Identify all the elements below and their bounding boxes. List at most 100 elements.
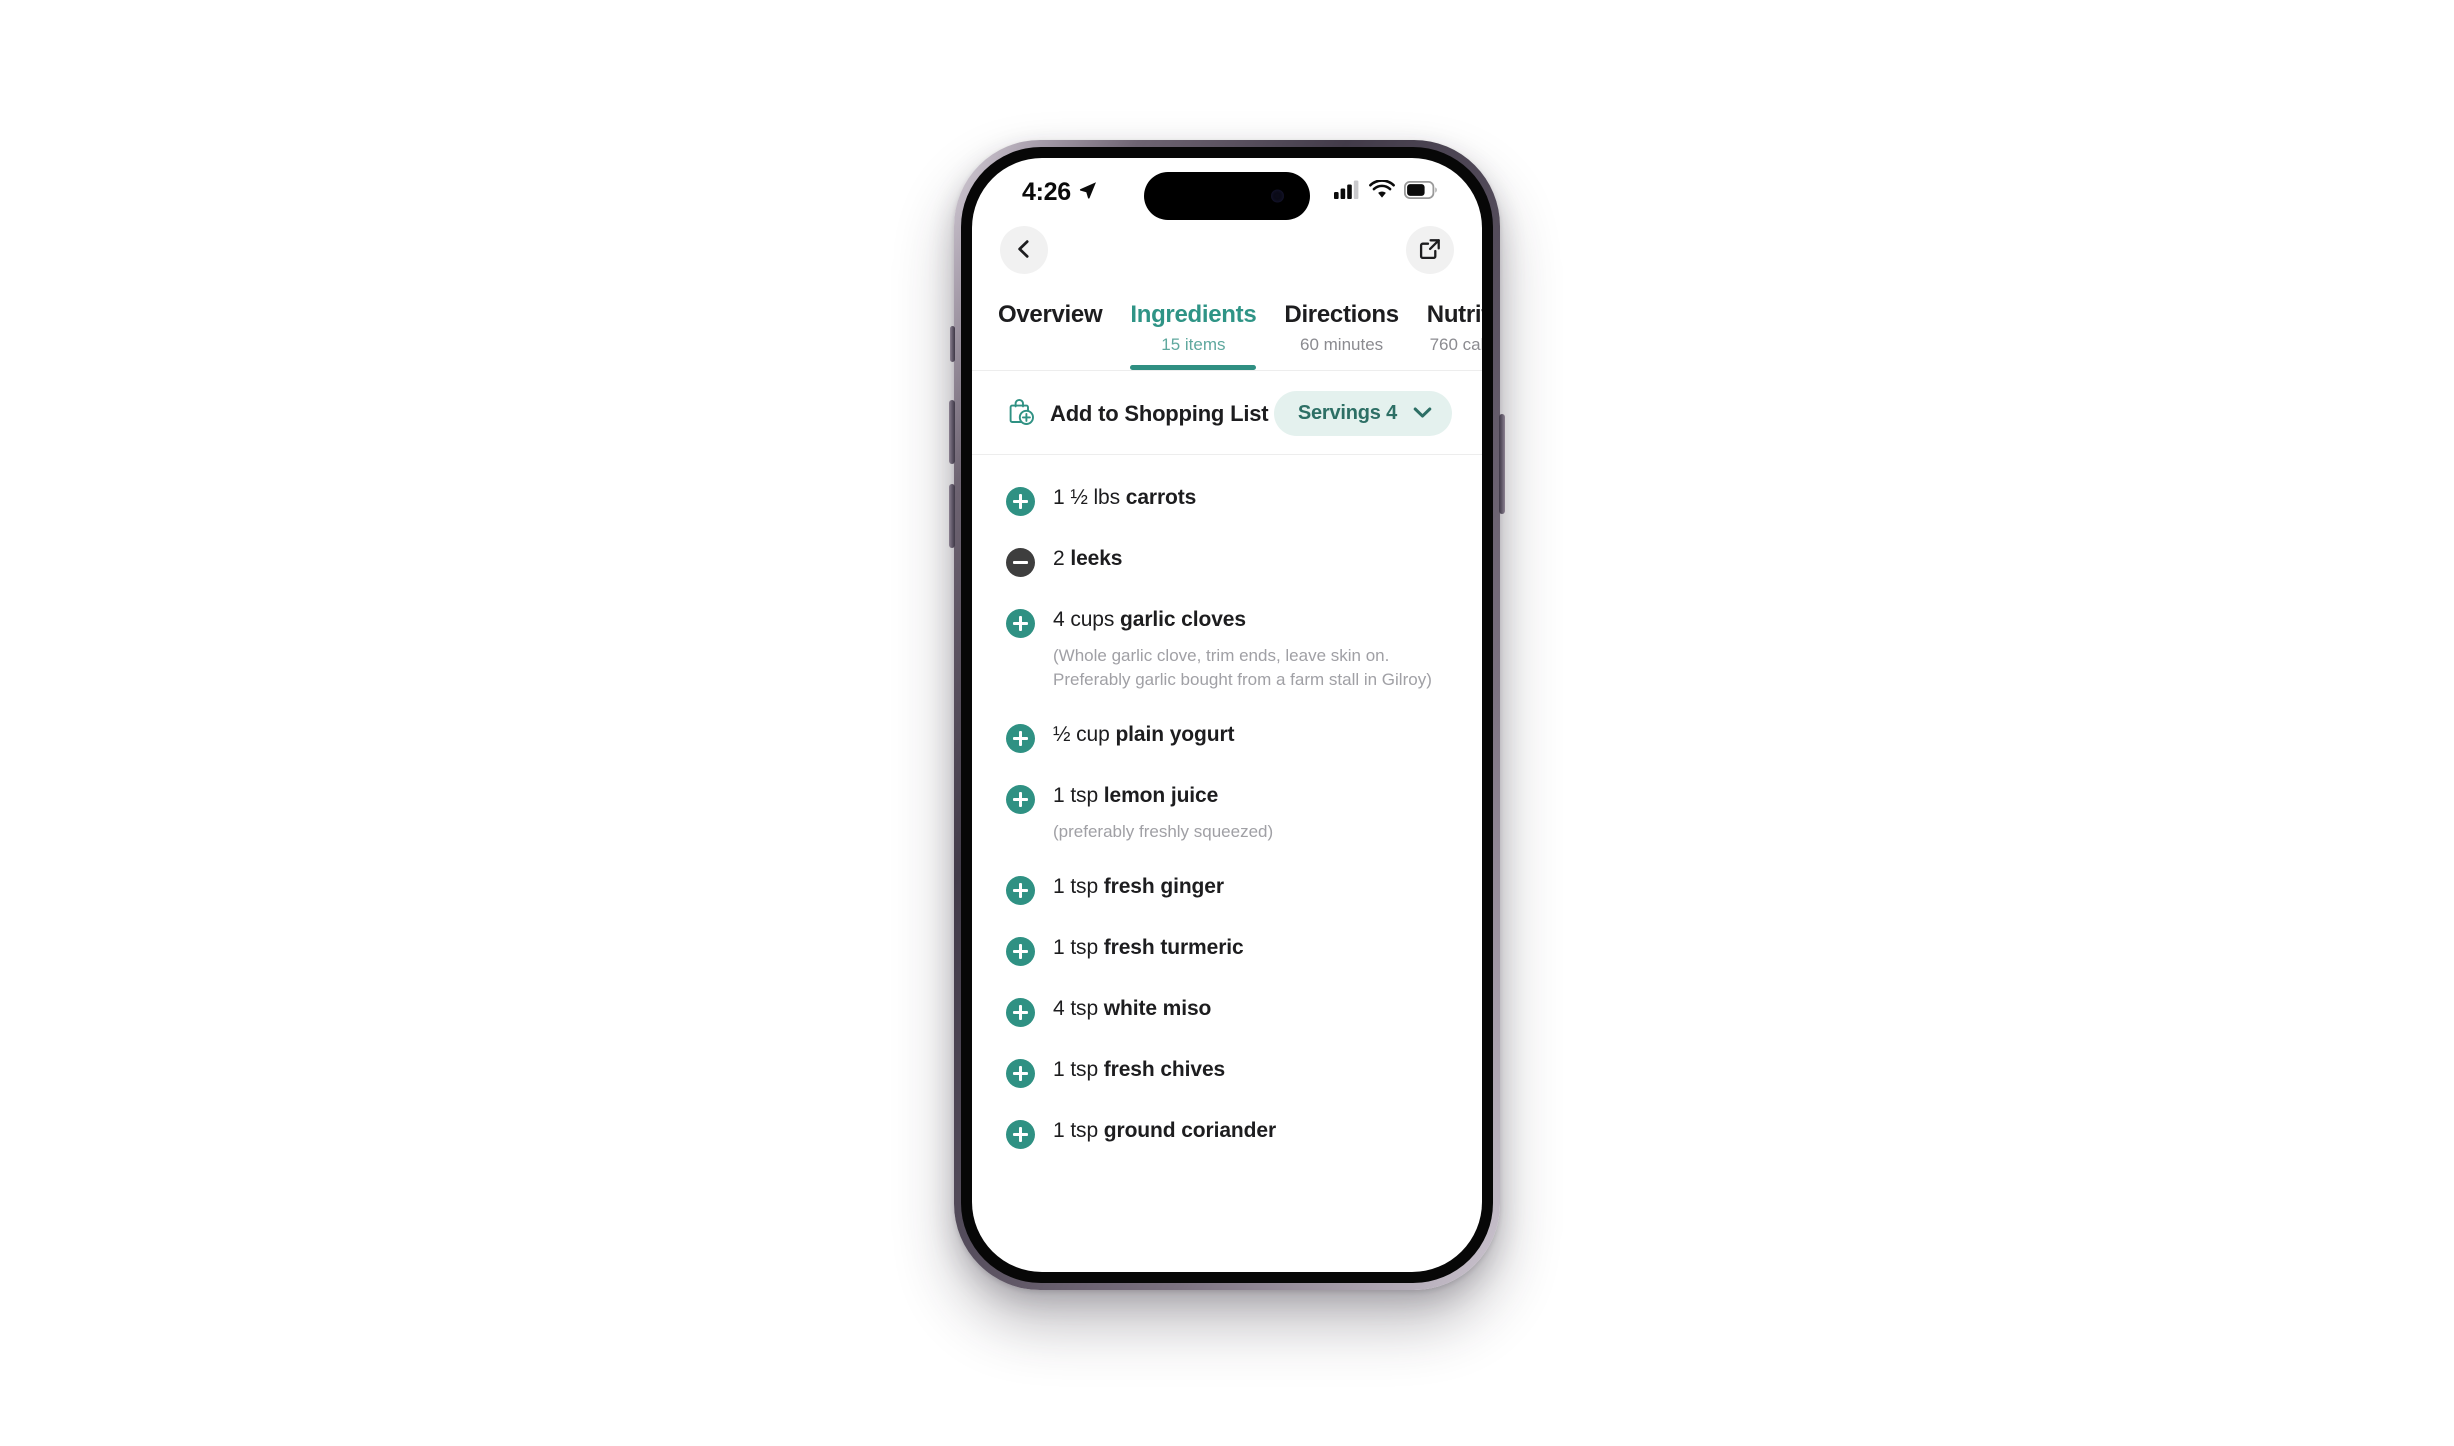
tab-nutrition-underline — [1427, 365, 1482, 370]
cellular-signal-icon — [1334, 180, 1360, 204]
tab-ingredients-underline — [1130, 365, 1257, 370]
ingredient-add-button[interactable] — [1006, 998, 1035, 1027]
plus-circle-icon — [1013, 1127, 1028, 1142]
ingredient-add-button[interactable] — [1006, 609, 1035, 638]
ingredients-list: 1 ½ lbs carrots 2 leeks 4 cups garlic clov… — [972, 455, 1482, 1163]
tab-ingredients[interactable]: Ingredients 15 items — [1116, 300, 1270, 370]
tab-overview-label: Overview — [998, 301, 1103, 328]
ingredient-add-button[interactable] — [1006, 487, 1035, 516]
ingredient-text-block: 1 tsp lemon juice (preferably freshly squ… — [1053, 781, 1448, 844]
status-bar: 4:26 — [972, 158, 1482, 220]
ingredient-main-line: 2 leeks — [1053, 544, 1448, 574]
ingredient-main-line: ½ cup plain yogurt — [1053, 720, 1448, 750]
mute-switch[interactable] — [950, 326, 955, 362]
tab-ingredients-sub: 15 items — [1161, 335, 1226, 354]
ingredient-text-block: 2 leeks — [1053, 544, 1448, 574]
tab-directions-underline — [1284, 365, 1398, 370]
plus-circle-icon — [1013, 616, 1028, 631]
volume-down-button[interactable] — [949, 484, 955, 548]
ingredient-amount: 4 cups — [1053, 608, 1121, 631]
tab-directions[interactable]: Directions 60 minutes — [1270, 300, 1412, 370]
ingredient-row: 1 ½ lbs carrots — [972, 469, 1482, 530]
tab-directions-sub: 60 minutes — [1300, 335, 1384, 354]
ingredient-main-line: 4 cups garlic cloves — [1053, 605, 1448, 635]
ingredient-text-block: 4 tsp white miso — [1053, 994, 1448, 1024]
servings-selector[interactable]: Servings 4 — [1273, 391, 1452, 436]
ingredient-row: 2 leeks — [972, 530, 1482, 591]
ingredient-text-block: 1 tsp ground coriander — [1053, 1116, 1448, 1146]
ingredient-amount: 1 tsp — [1053, 875, 1104, 898]
tab-overview[interactable]: Overview — [984, 300, 1116, 348]
ingredient-text-block: 4 cups garlic cloves (Whole garlic clove,… — [1053, 605, 1448, 692]
chevron-left-icon — [1013, 238, 1035, 263]
ingredient-name: fresh chives — [1103, 1058, 1226, 1081]
ingredient-main-line: 4 tsp white miso — [1053, 994, 1448, 1024]
ingredient-main-line: 1 tsp fresh turmeric — [1053, 933, 1448, 963]
ingredient-name: fresh turmeric — [1103, 936, 1244, 959]
ingredient-text-block: ½ cup plain yogurt — [1053, 720, 1448, 750]
ingredient-row: 1 tsp fresh turmeric — [972, 919, 1482, 980]
add-to-shopping-list-button[interactable]: Add to Shopping List — [1006, 397, 1269, 430]
tab-nutrition-label: Nutrition — [1426, 301, 1482, 328]
ingredient-row: 1 tsp fresh chives — [972, 1041, 1482, 1102]
screenshot-canvas: 4:26 Overview Ingredients 15 items Direc… — [0, 0, 2454, 1446]
ingredient-main-line: 1 tsp ground coriander — [1053, 1116, 1448, 1146]
ingredient-name: leeks — [1070, 547, 1123, 570]
plus-circle-icon — [1013, 944, 1028, 959]
back-button[interactable] — [1000, 226, 1048, 274]
ingredient-add-button[interactable] — [1006, 1059, 1035, 1088]
ingredient-row: ½ cup plain yogurt — [972, 706, 1482, 767]
ingredient-main-line: 1 tsp fresh ginger — [1053, 872, 1448, 902]
ingredient-add-button[interactable] — [1006, 724, 1035, 753]
ingredient-main-line: 1 ½ lbs carrots — [1053, 483, 1448, 513]
ingredient-row: 1 tsp ground coriander — [972, 1102, 1482, 1163]
ingredient-amount: ½ cup — [1053, 723, 1116, 746]
share-button[interactable] — [1406, 226, 1454, 274]
plus-circle-icon — [1013, 1005, 1028, 1020]
location-arrow-icon — [1078, 180, 1098, 205]
plus-circle-icon — [1013, 883, 1028, 898]
plus-circle-icon — [1013, 731, 1028, 746]
ingredient-name: fresh ginger — [1103, 875, 1224, 898]
ingredient-text-block: 1 ½ lbs carrots — [1053, 483, 1448, 513]
ingredient-add-button[interactable] — [1006, 785, 1035, 814]
ingredient-amount: 1 tsp — [1053, 1058, 1104, 1081]
ingredient-text-block: 1 tsp fresh ginger — [1053, 872, 1448, 902]
ingredient-row: 1 tsp fresh ginger — [972, 858, 1482, 919]
ingredient-name: garlic cloves — [1120, 608, 1246, 631]
ingredient-text-block: 1 tsp fresh turmeric — [1053, 933, 1448, 963]
ingredient-remove-button[interactable] — [1006, 548, 1035, 577]
chevron-down-icon — [1413, 406, 1432, 422]
navigation-bar — [972, 220, 1482, 284]
ingredient-note: (Whole garlic clove, trim ends, leave sk… — [1053, 646, 1432, 689]
wifi-icon — [1369, 179, 1395, 204]
ingredient-row: 4 cups garlic cloves (Whole garlic clove,… — [972, 591, 1482, 706]
ingredient-add-button[interactable] — [1006, 876, 1035, 905]
minus-circle-icon — [1013, 561, 1028, 564]
ingredient-main-line: 1 tsp fresh chives — [1053, 1055, 1448, 1085]
ingredient-add-button[interactable] — [1006, 1120, 1035, 1149]
tab-directions-label: Directions — [1284, 301, 1399, 328]
ingredient-amount: 1 ½ lbs — [1053, 486, 1126, 509]
ingredient-name: white miso — [1103, 997, 1212, 1020]
status-bar-left: 4:26 — [1022, 178, 1098, 207]
volume-up-button[interactable] — [949, 400, 955, 464]
tab-ingredients-label: Ingredients — [1130, 301, 1257, 328]
plus-circle-icon — [1013, 792, 1028, 807]
ingredient-text-block: 1 tsp fresh chives — [1053, 1055, 1448, 1085]
ingredient-name: plain yogurt — [1115, 723, 1235, 746]
tab-nutrition-sub: 760 calories — [1429, 335, 1482, 354]
ingredient-row: 1 tsp lemon juice (preferably freshly squ… — [972, 767, 1482, 858]
recipe-tab-strip: Overview Ingredients 15 items Directions… — [972, 284, 1482, 371]
ingredient-row: 4 tsp white miso — [972, 980, 1482, 1041]
ingredient-amount: 2 — [1053, 547, 1071, 570]
servings-label: Servings 4 — [1297, 402, 1397, 424]
ingredient-amount: 1 tsp — [1053, 936, 1104, 959]
dynamic-island — [1144, 172, 1310, 220]
status-bar-clock: 4:26 — [1022, 177, 1071, 206]
ingredient-add-button[interactable] — [1006, 937, 1035, 966]
tab-nutrition[interactable]: Nutrition 760 calories — [1413, 300, 1482, 370]
phone-screen: 4:26 Overview Ingredients 15 items Direc… — [972, 158, 1482, 1272]
tab-overview-underline — [998, 343, 1102, 348]
power-button[interactable] — [1499, 414, 1505, 514]
